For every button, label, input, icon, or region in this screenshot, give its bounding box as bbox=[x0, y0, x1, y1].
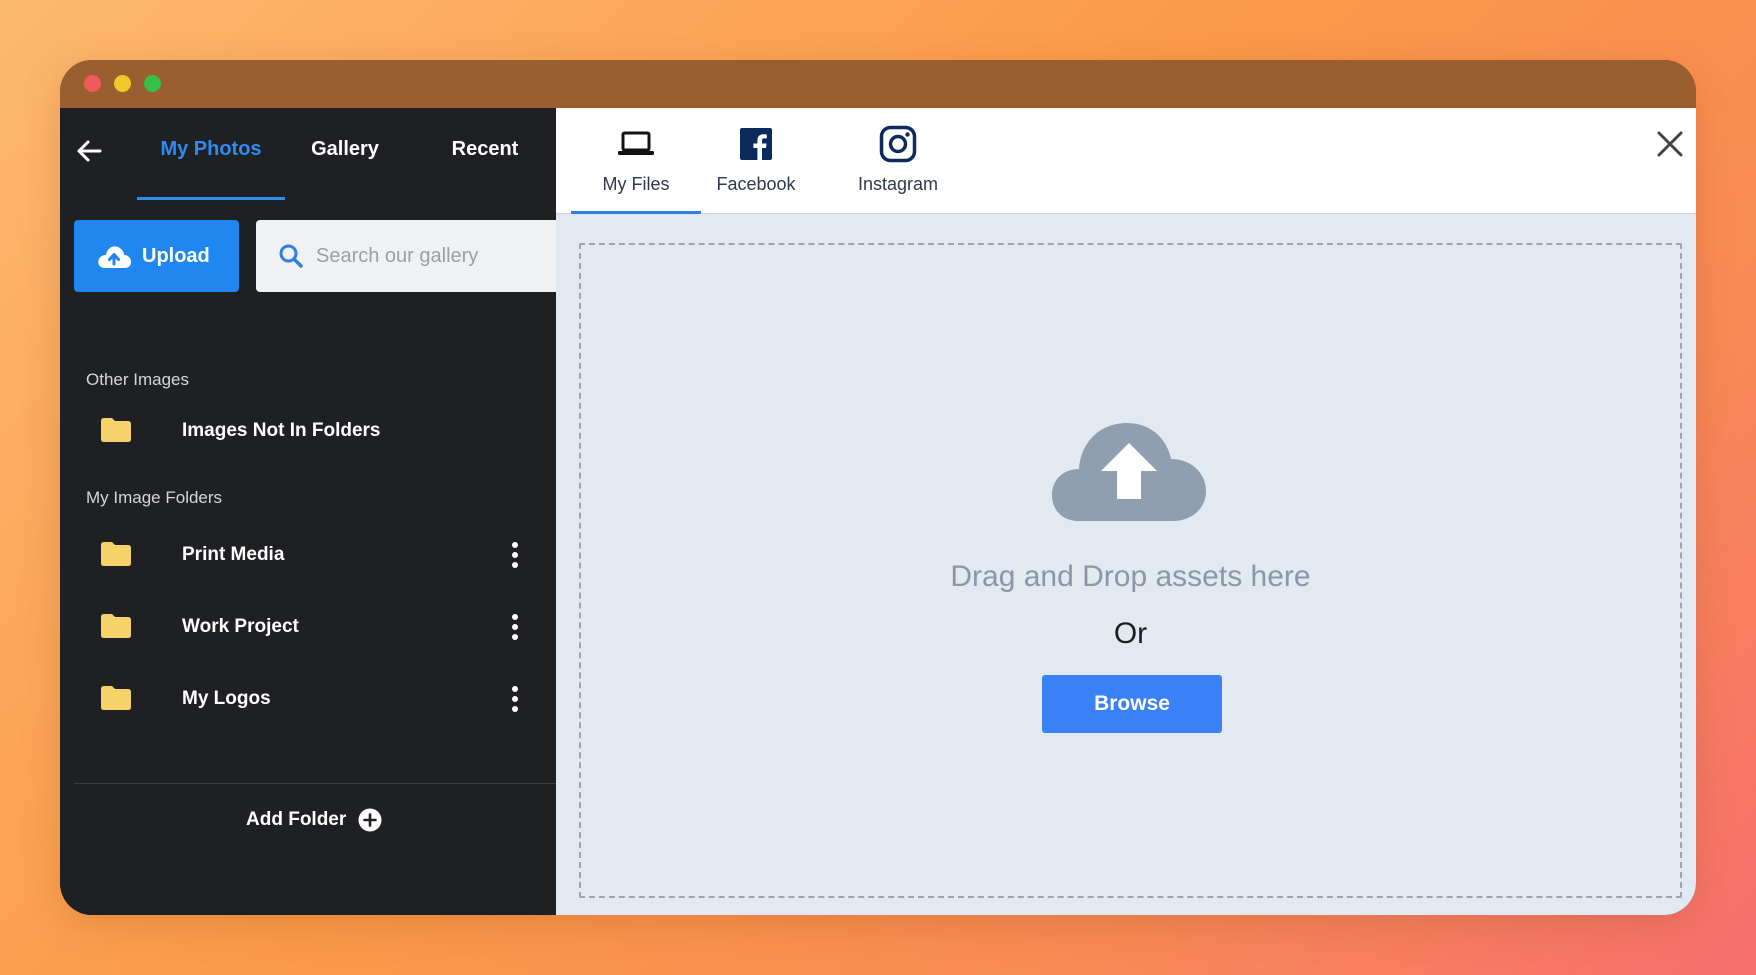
my-image-folders-heading: My Image Folders bbox=[86, 488, 223, 507]
app-window: My Photos Gallery Recent Upload Other Im… bbox=[60, 60, 1696, 915]
tab-instagram[interactable]: Instagram bbox=[833, 122, 963, 214]
folder-icon bbox=[101, 418, 131, 442]
folder-icon bbox=[101, 614, 131, 638]
back-button[interactable] bbox=[74, 136, 104, 166]
other-images-heading: Other Images bbox=[86, 370, 189, 389]
tab-label: Instagram bbox=[857, 174, 939, 194]
active-tab-indicator bbox=[137, 197, 285, 200]
browse-button[interactable]: Browse bbox=[1042, 675, 1222, 733]
or-text: Or bbox=[1113, 617, 1148, 650]
tab-facebook[interactable]: Facebook bbox=[691, 122, 821, 214]
window-minimize-button[interactable] bbox=[114, 75, 131, 92]
tab-recent[interactable]: Recent bbox=[420, 138, 550, 168]
arrow-left-icon bbox=[77, 140, 102, 162]
folder-icon bbox=[101, 686, 131, 710]
close-button[interactable] bbox=[1654, 128, 1686, 160]
cloud-upload-icon bbox=[1052, 423, 1206, 521]
window-close-button[interactable] bbox=[84, 75, 101, 92]
folder-label: Work Project bbox=[182, 616, 299, 637]
folder-label: Images Not In Folders bbox=[182, 420, 381, 441]
folder-icon bbox=[101, 542, 131, 566]
more-vertical-icon[interactable] bbox=[510, 612, 520, 642]
search-input[interactable] bbox=[316, 244, 536, 268]
cloud-upload-icon bbox=[98, 246, 131, 268]
search-icon bbox=[279, 244, 303, 268]
upload-button[interactable]: Upload bbox=[74, 220, 239, 292]
tab-my-files[interactable]: My Files bbox=[571, 122, 701, 214]
main-panel: My Files Facebook Instagram Drag and Dro… bbox=[556, 108, 1696, 915]
laptop-icon bbox=[618, 131, 654, 155]
folder-item-images-not-in-folders[interactable]: Images Not In Folders bbox=[60, 404, 556, 460]
facebook-icon bbox=[740, 128, 772, 160]
drop-zone[interactable]: Drag and Drop assets here Or Browse bbox=[579, 243, 1682, 898]
folder-label: Print Media bbox=[182, 544, 285, 565]
more-vertical-icon[interactable] bbox=[510, 684, 520, 714]
close-icon bbox=[1657, 131, 1683, 157]
source-tabs-bar: My Files Facebook Instagram bbox=[556, 108, 1696, 214]
folder-label: My Logos bbox=[182, 688, 271, 709]
folder-item-my-logos[interactable]: My Logos bbox=[60, 672, 556, 728]
instagram-icon bbox=[879, 125, 917, 163]
window-maximize-button[interactable] bbox=[144, 75, 161, 92]
add-folder-button[interactable]: Add Folder bbox=[246, 808, 382, 832]
folder-item-work-project[interactable]: Work Project bbox=[60, 600, 556, 656]
title-bar bbox=[60, 60, 1696, 108]
tab-my-photos[interactable]: My Photos bbox=[137, 138, 285, 168]
more-vertical-icon[interactable] bbox=[510, 540, 520, 570]
add-folder-label: Add Folder bbox=[246, 809, 347, 830]
tab-label: Facebook bbox=[716, 174, 796, 194]
sidebar-divider bbox=[74, 783, 556, 784]
upload-label: Upload bbox=[142, 244, 210, 267]
folder-item-print-media[interactable]: Print Media bbox=[60, 528, 556, 584]
sidebar: My Photos Gallery Recent Upload Other Im… bbox=[60, 108, 556, 915]
drag-drop-text: Drag and Drop assets here bbox=[950, 560, 1311, 593]
tab-label: My Files bbox=[602, 174, 670, 194]
tab-gallery[interactable]: Gallery bbox=[282, 138, 408, 168]
active-source-tab-indicator bbox=[571, 211, 701, 214]
search-box[interactable] bbox=[256, 220, 556, 292]
plus-circle-icon bbox=[358, 808, 382, 832]
